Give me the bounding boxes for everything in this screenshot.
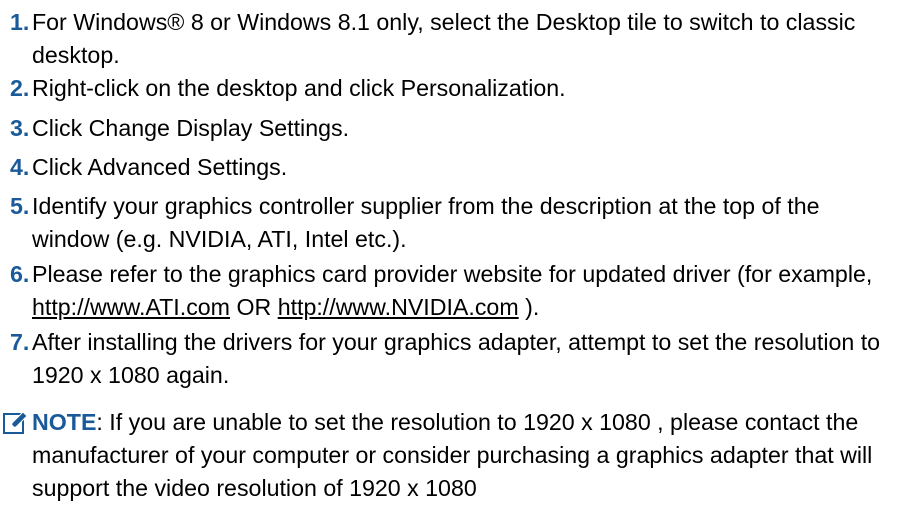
- note-text: : If you are unable to set the resolutio…: [32, 409, 873, 501]
- step-text: Please refer to the graphics card provid…: [32, 261, 873, 287]
- step-text: Click Change Display Settings.: [32, 115, 350, 141]
- step-number: 1.: [10, 9, 30, 35]
- note-block: NOTE: If you are unable to set the resol…: [0, 406, 900, 505]
- instruction-document: 1. For Windows® 8 or Windows 8.1 only, s…: [0, 0, 904, 503]
- step-number: 5.: [10, 193, 30, 219]
- step-5: 5. Identify your graphics controller sup…: [10, 190, 900, 256]
- step-number: 7.: [10, 329, 30, 355]
- ati-link[interactable]: http://www.ATI.com: [32, 294, 230, 320]
- step-number: 2.: [10, 75, 30, 101]
- pencil-icon: [3, 411, 28, 434]
- step-text: Right-click on the desktop and click Per…: [32, 75, 566, 101]
- step-number: 4.: [10, 154, 30, 180]
- step-4: 4. Click Advanced Settings.: [10, 151, 900, 184]
- nvidia-link[interactable]: http://www.NVIDIA.com: [278, 294, 519, 320]
- step-3: 3. Click Change Display Settings.: [10, 112, 900, 145]
- step-text-end: ).: [525, 294, 540, 320]
- step-2: 2. Right-click on the desktop and click …: [10, 72, 900, 105]
- step-1: 1. For Windows® 8 or Windows 8.1 only, s…: [10, 6, 900, 72]
- step-number: 3.: [10, 115, 30, 141]
- step-text-or: OR: [236, 294, 272, 320]
- step-text: For Windows® 8 or Windows 8.1 only, sele…: [32, 9, 856, 68]
- step-7: 7. After installing the drivers for your…: [10, 326, 900, 392]
- step-number: 6.: [10, 261, 30, 287]
- step-text: After installing the drivers for your gr…: [32, 329, 881, 388]
- step-text: Click Advanced Settings.: [32, 154, 288, 180]
- step-text: Identify your graphics controller suppli…: [32, 193, 820, 252]
- step-6: 6. Please refer to the graphics card pro…: [10, 258, 900, 324]
- note-label: NOTE: [32, 409, 97, 435]
